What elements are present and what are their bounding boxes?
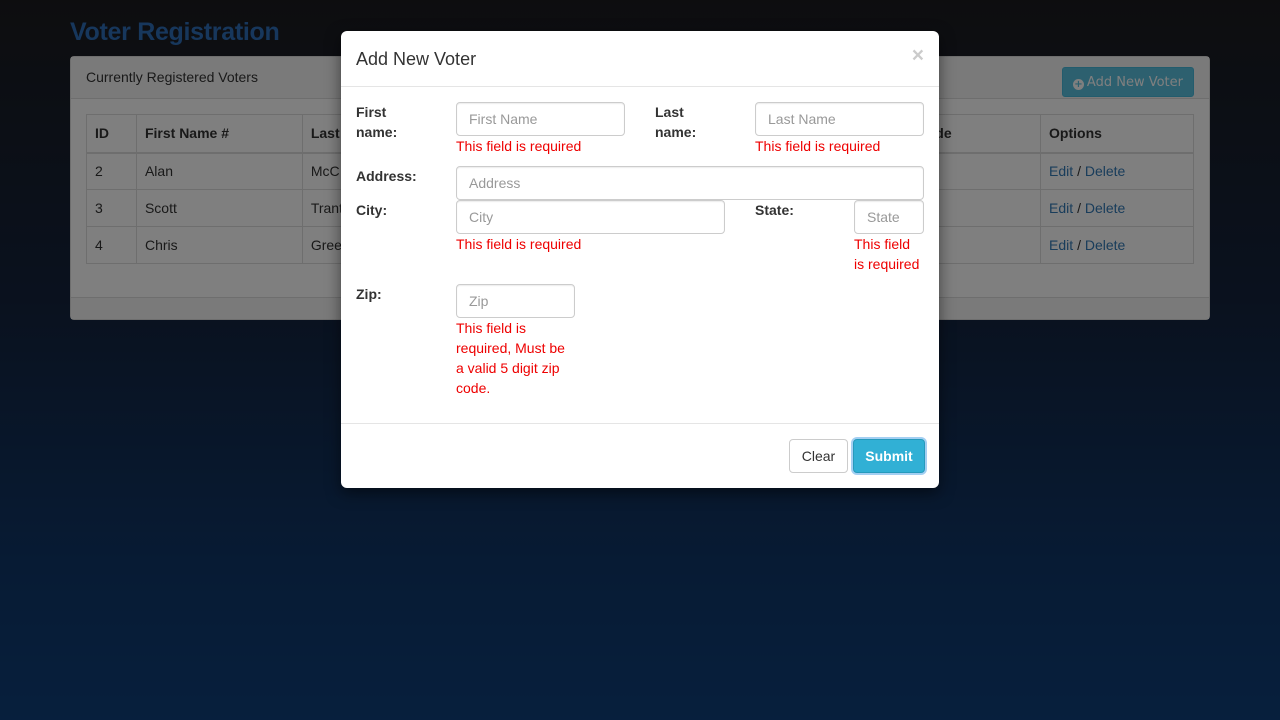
last-name-label-line1: Last bbox=[655, 104, 684, 120]
submit-button[interactable]: Submit bbox=[853, 439, 925, 473]
address-label: Address: bbox=[356, 168, 417, 184]
state-input[interactable] bbox=[854, 200, 924, 234]
zip-input[interactable] bbox=[456, 284, 575, 318]
first-name-label: First name: bbox=[356, 102, 397, 142]
zip-error-line: code. bbox=[456, 380, 491, 396]
modal-footer: Clear Submit bbox=[341, 423, 939, 488]
city-label: City: bbox=[356, 202, 388, 218]
modal-header: Add New Voter × bbox=[341, 31, 939, 87]
modal-title: Add New Voter bbox=[356, 49, 477, 69]
zip-error-line: This field is bbox=[456, 320, 527, 336]
state-label: State: bbox=[755, 202, 794, 218]
city-input[interactable] bbox=[456, 200, 725, 234]
last-name-error: This field is required bbox=[755, 138, 881, 154]
zip-error: This field is required, Must be a valid … bbox=[456, 318, 565, 398]
state-error-line1: This field bbox=[854, 236, 911, 252]
last-name-label: Last name: bbox=[655, 102, 696, 142]
add-voter-modal: Add New Voter × First name: This field i… bbox=[341, 31, 939, 488]
modal-body: First name: This field is required Last … bbox=[341, 87, 939, 423]
zip-error-line: required, Must be bbox=[456, 340, 565, 356]
state-error: This field is required bbox=[854, 234, 919, 274]
close-icon[interactable]: × bbox=[912, 45, 924, 66]
zip-label: Zip: bbox=[356, 286, 382, 302]
first-name-label-line2: name: bbox=[356, 124, 398, 140]
zip-error-line: a valid 5 digit zip bbox=[456, 360, 560, 376]
address-input[interactable] bbox=[456, 166, 924, 200]
last-name-input[interactable] bbox=[755, 102, 924, 136]
first-name-input[interactable] bbox=[456, 102, 625, 136]
clear-button[interactable]: Clear bbox=[789, 439, 848, 473]
first-name-error: This field is required bbox=[456, 138, 582, 154]
state-error-line2: is required bbox=[854, 256, 920, 272]
first-name-label-line1: First bbox=[356, 104, 387, 120]
last-name-label-line2: name: bbox=[655, 124, 697, 140]
city-error: This field is required bbox=[456, 236, 582, 252]
